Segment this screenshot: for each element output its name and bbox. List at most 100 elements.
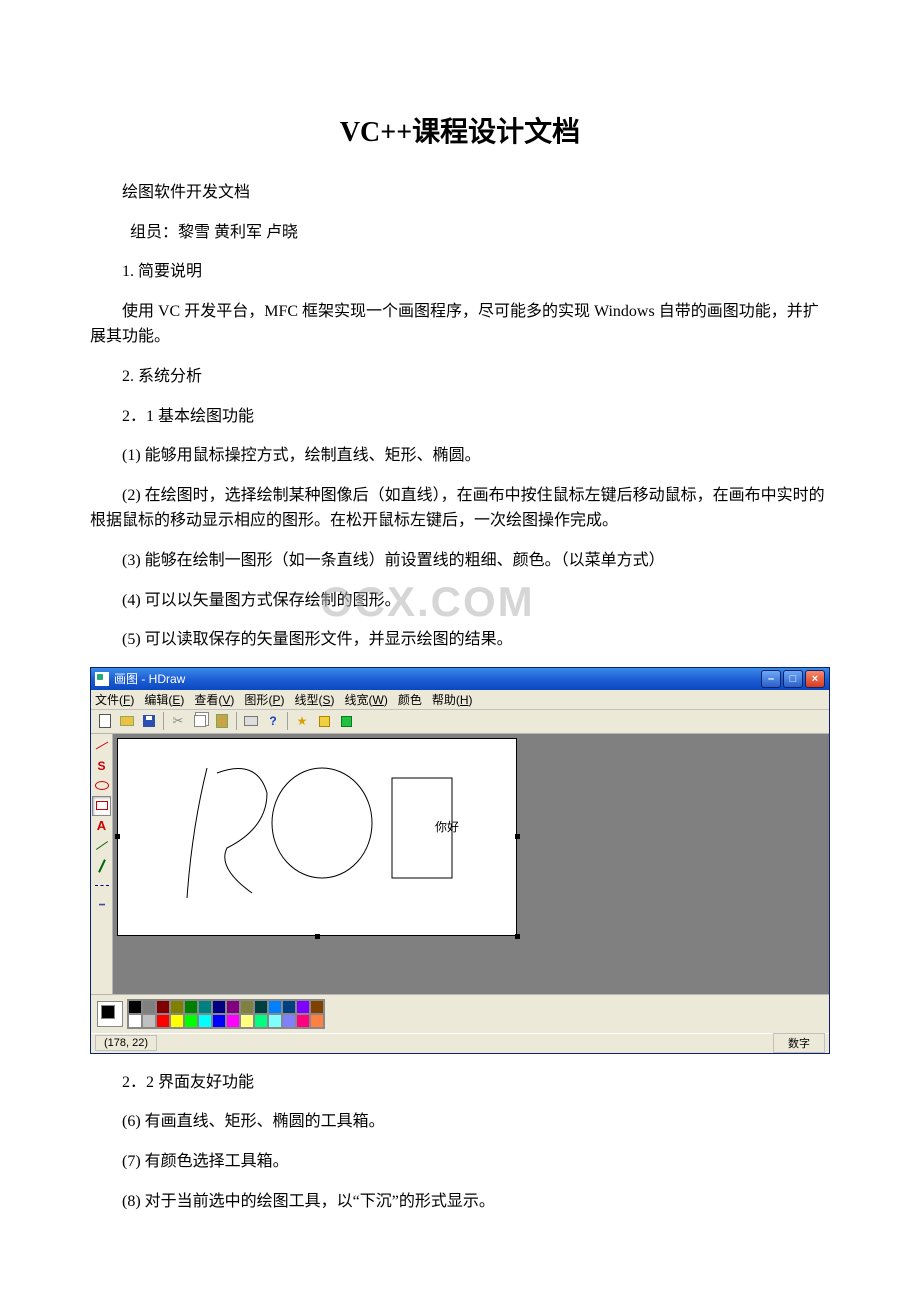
color-swatch[interactable] [296, 1000, 310, 1014]
open-button[interactable] [117, 711, 137, 731]
color-swatch[interactable] [268, 1000, 282, 1014]
color-swatch[interactable] [310, 1014, 324, 1028]
color-swatch[interactable] [184, 1000, 198, 1014]
body-text: 使用 VC 开发平台，MFC 框架实现一个画图程序，尽可能多的实现 Window… [90, 299, 830, 350]
tool-dots[interactable]: ┅ [92, 896, 111, 916]
color-palette [127, 999, 325, 1029]
color-swatch[interactable] [310, 1000, 324, 1014]
tool-ellipse[interactable] [92, 776, 111, 796]
color-swatch[interactable] [156, 1000, 170, 1014]
menu-file[interactable]: 文件(F) [95, 691, 134, 708]
tool-line[interactable] [92, 736, 111, 756]
maximize-button[interactable]: □ [783, 670, 803, 688]
paste-button[interactable] [212, 711, 232, 731]
menu-shape[interactable]: 图形(P) [244, 691, 284, 708]
body-text: 1. 简要说明 [90, 259, 830, 285]
menu-edit[interactable]: 编辑(E) [144, 691, 184, 708]
help-icon: ? [269, 714, 276, 728]
star-button[interactable]: ★ [292, 711, 312, 731]
menu-color[interactable]: 颜色 [398, 691, 422, 708]
window-title: 画图 - HDraw [114, 670, 759, 687]
cut-button[interactable]: ✂ [168, 711, 188, 731]
curve-icon: S [97, 759, 105, 773]
resize-handle[interactable] [515, 834, 520, 839]
current-color[interactable] [97, 1001, 123, 1027]
color-swatch[interactable] [226, 1014, 240, 1028]
resize-handle[interactable] [315, 934, 320, 939]
menu-view[interactable]: 查看(V) [194, 691, 234, 708]
star-icon: ★ [297, 714, 308, 728]
color-swatch[interactable] [254, 1000, 268, 1014]
canvas-text: 你好 [435, 818, 459, 835]
app-window: 画图 - HDraw – □ × 文件(F) 编辑(E) 查看(V) 图形(P)… [90, 667, 830, 1054]
color-swatch[interactable] [240, 1000, 254, 1014]
open-icon [120, 716, 134, 726]
color-swatch[interactable] [226, 1000, 240, 1014]
copy-button[interactable] [190, 711, 210, 731]
tool-pen[interactable] [92, 856, 111, 876]
body-text: (8) 对于当前选中的绘图工具，以“下沉”的形式显示。 [90, 1189, 830, 1215]
green-icon [341, 716, 352, 727]
text-icon: A [97, 818, 106, 833]
tool-diag[interactable] [92, 836, 111, 856]
print-button[interactable] [241, 711, 261, 731]
new-button[interactable] [95, 711, 115, 731]
help-button[interactable]: ? [263, 711, 283, 731]
rect-icon [96, 801, 108, 810]
tool-rect[interactable] [92, 796, 111, 816]
menubar: 文件(F) 编辑(E) 查看(V) 图形(P) 线型(S) 线宽(W) 颜色 帮… [91, 690, 829, 710]
body-text: (5) 可以读取保存的矢量图形文件，并显示绘图的结果。 [90, 627, 830, 653]
color-swatch[interactable] [170, 1014, 184, 1028]
color-swatch[interactable] [254, 1014, 268, 1028]
color-swatch[interactable] [296, 1014, 310, 1028]
status-right: 数字 [773, 1033, 825, 1053]
print-icon [244, 716, 258, 726]
dots-icon: ┅ [99, 900, 104, 911]
tool-text[interactable]: A [92, 816, 111, 836]
save-button[interactable] [139, 711, 159, 731]
fill-button[interactable] [314, 711, 334, 731]
color-swatch[interactable] [142, 1000, 156, 1014]
menu-linewidth[interactable]: 线宽(W) [344, 691, 387, 708]
palette-row [91, 994, 829, 1033]
menu-linetype[interactable]: 线型(S) [294, 691, 334, 708]
side-toolbox: S A ┅ [91, 734, 113, 994]
minimize-button[interactable]: – [761, 670, 781, 688]
color-swatch[interactable] [282, 1014, 296, 1028]
body-text: (2) 在绘图时，选择绘制某种图像后（如直线），在画布中按住鼠标左键后移动鼠标，… [90, 483, 830, 534]
paste-icon [216, 714, 228, 728]
new-icon [99, 714, 111, 728]
color-swatch[interactable] [268, 1014, 282, 1028]
color-swatch[interactable] [198, 1000, 212, 1014]
tool-curve[interactable]: S [92, 756, 111, 776]
close-button[interactable]: × [805, 670, 825, 688]
titlebar: 画图 - HDraw – □ × [91, 668, 829, 690]
canvas-area: 你好 [113, 734, 829, 994]
color-swatch[interactable] [184, 1014, 198, 1028]
menu-help[interactable]: 帮助(H) [432, 691, 473, 708]
canvas[interactable]: 你好 [117, 738, 517, 936]
green-button[interactable] [336, 711, 356, 731]
body-text: (4) 可以以矢量图方式保存绘制的图形。 [90, 588, 830, 614]
color-swatch[interactable] [240, 1014, 254, 1028]
resize-handle[interactable] [515, 934, 520, 939]
tool-dash[interactable] [92, 876, 111, 896]
color-swatch[interactable] [198, 1014, 212, 1028]
color-swatch[interactable] [142, 1014, 156, 1028]
color-swatch[interactable] [170, 1000, 184, 1014]
resize-handle[interactable] [115, 834, 120, 839]
color-swatch[interactable] [212, 1000, 226, 1014]
color-swatch[interactable] [128, 1014, 142, 1028]
diag-icon [95, 841, 107, 850]
color-swatch[interactable] [212, 1014, 226, 1028]
body-text: 组员：黎雪 黄利军 卢晓 [90, 220, 830, 246]
separator [163, 712, 164, 730]
status-coords: (178, 22) [95, 1035, 157, 1051]
color-swatch[interactable] [156, 1014, 170, 1028]
workarea: S A ┅ 你好 [91, 734, 829, 994]
color-swatch[interactable] [282, 1000, 296, 1014]
statusbar: (178, 22) 数字 [91, 1033, 829, 1053]
dash-icon [95, 885, 109, 886]
color-swatch[interactable] [128, 1000, 142, 1014]
body-text: 2．2 界面友好功能 [90, 1070, 830, 1096]
